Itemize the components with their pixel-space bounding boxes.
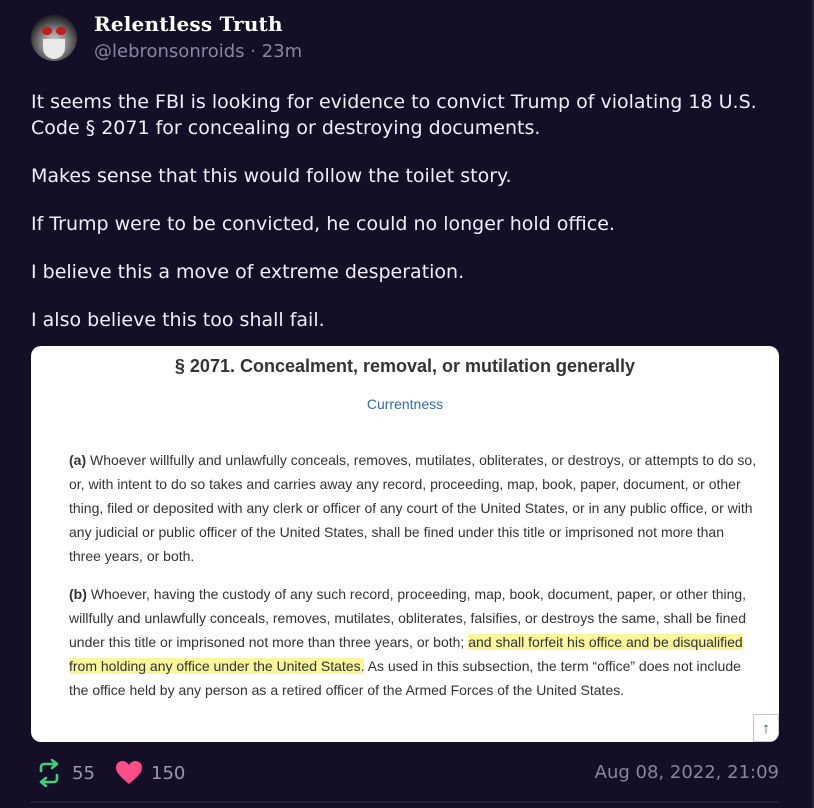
meta-separator: · [250, 41, 257, 62]
post-paragraph: I also believe this too shall fail. [31, 309, 325, 331]
author-meta: @lebronsonroids · 23m [94, 41, 302, 62]
doc-title: § 2071. Concealment, removal, or mutilat… [174, 356, 636, 376]
doc-paragraph-a: (a) Whoever willfully and unlawfully con… [69, 448, 759, 568]
post-paragraph: If Trump were to be convicted, he could … [31, 213, 615, 235]
post-divider [31, 801, 779, 803]
retruth-button[interactable]: 55 [34, 756, 95, 790]
doc-paragraph-marker: (a) [69, 452, 87, 468]
post-card: Relentless Truth @lebronsonroids · 23m I… [0, 0, 814, 808]
arrow-up-icon: ↑ [753, 714, 779, 742]
post-body: It seems the FBI is looking for evidence… [31, 89, 791, 355]
heart-icon [116, 761, 142, 784]
author-handle[interactable]: @lebronsonroids [94, 41, 245, 62]
like-button[interactable]: 150 [115, 756, 185, 790]
post-time-ago[interactable]: 23m [262, 41, 302, 62]
author-display-name[interactable]: Relentless Truth [94, 12, 283, 36]
doc-paragraph-b: (b) Whoever, having the custody of any s… [69, 582, 759, 702]
retruth-icon [39, 759, 59, 787]
doc-currentness-link: Currentness [366, 396, 444, 412]
avatar-beard [43, 39, 65, 59]
post-paragraph: I believe this a move of extreme despera… [31, 261, 465, 283]
post-paragraph: It seems the FBI is looking for evidence… [31, 91, 757, 139]
like-count: 150 [151, 762, 186, 784]
post-paragraph: Makes sense that this would follow the t… [31, 165, 512, 187]
doc-paragraph-text: Whoever willfully and unlawfully conceal… [69, 452, 757, 564]
attached-image[interactable]: § 2071. Concealment, removal, or mutilat… [31, 346, 779, 742]
retruth-count: 55 [72, 762, 95, 784]
post-timestamp[interactable]: Aug 08, 2022, 21:09 [595, 762, 779, 783]
avatar[interactable] [31, 15, 77, 61]
avatar-glasses [42, 27, 66, 35]
doc-paragraph-marker: (b) [69, 586, 87, 602]
